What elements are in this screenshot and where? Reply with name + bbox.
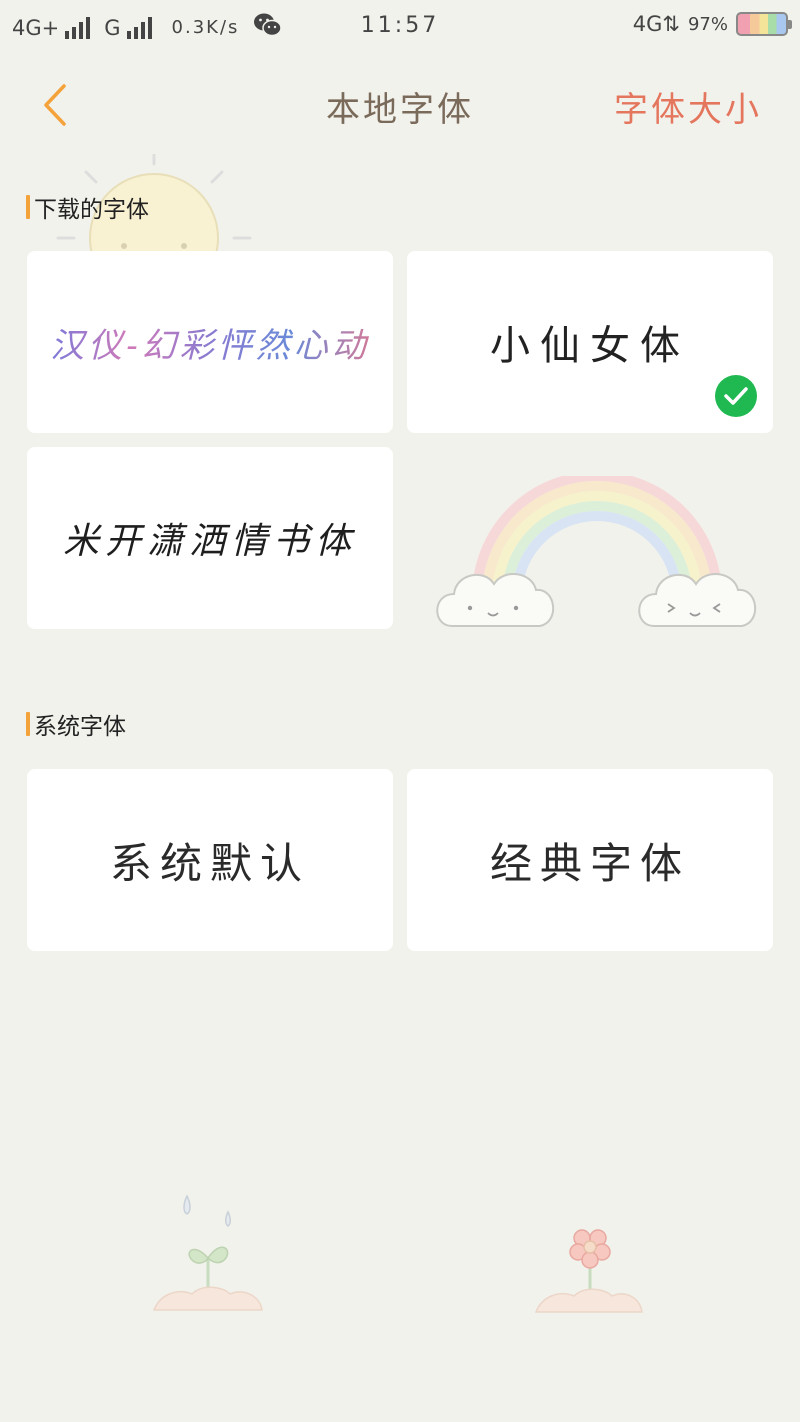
battery-icon — [736, 12, 792, 36]
section-accent-bar — [26, 712, 30, 736]
flower-decoration — [534, 1229, 643, 1313]
font-card-classic[interactable]: 经典字体 — [407, 769, 773, 951]
rainbow-decoration — [436, 476, 757, 627]
selected-check-icon — [715, 375, 757, 417]
section-label: 系统字体 — [34, 714, 126, 740]
font-card-system-default[interactable]: 系统默认 — [27, 769, 393, 951]
section-accent-bar — [26, 195, 30, 219]
font-name: 经典字体 — [489, 838, 690, 888]
status-right: 4G⇅ 97% — [632, 12, 792, 36]
font-size-button[interactable]: 字体大小 — [614, 82, 762, 131]
section-label: 下载的字体 — [34, 197, 149, 223]
status-bar: 4G+ G 0.3K/s 11:57 4G⇅ 97% — [0, 0, 800, 52]
font-name: 米开潇洒情书体 — [62, 521, 357, 562]
font-card-huancai[interactable]: 汉仪-幻彩怦然心动 — [27, 251, 393, 433]
cloud-left — [436, 572, 555, 627]
section-title-downloaded: 下载的字体 — [26, 190, 149, 224]
font-name: 小仙女体 — [490, 323, 690, 369]
cloud-right — [638, 572, 757, 627]
font-card-mikai[interactable]: 米开潇洒情书体 — [27, 447, 393, 629]
battery-percent: 97% — [687, 13, 728, 35]
font-name: 汉仪-幻彩怦然心动 — [50, 318, 370, 367]
font-card-xiaoxiannv[interactable]: 小仙女体 — [407, 251, 773, 433]
font-name: 系统默认 — [109, 838, 310, 888]
app-header: 本地字体 字体大小 — [0, 60, 800, 150]
network-type-right: 4G⇅ — [632, 12, 680, 36]
sprout-decoration — [152, 1194, 263, 1311]
section-title-system: 系统字体 — [26, 707, 126, 741]
